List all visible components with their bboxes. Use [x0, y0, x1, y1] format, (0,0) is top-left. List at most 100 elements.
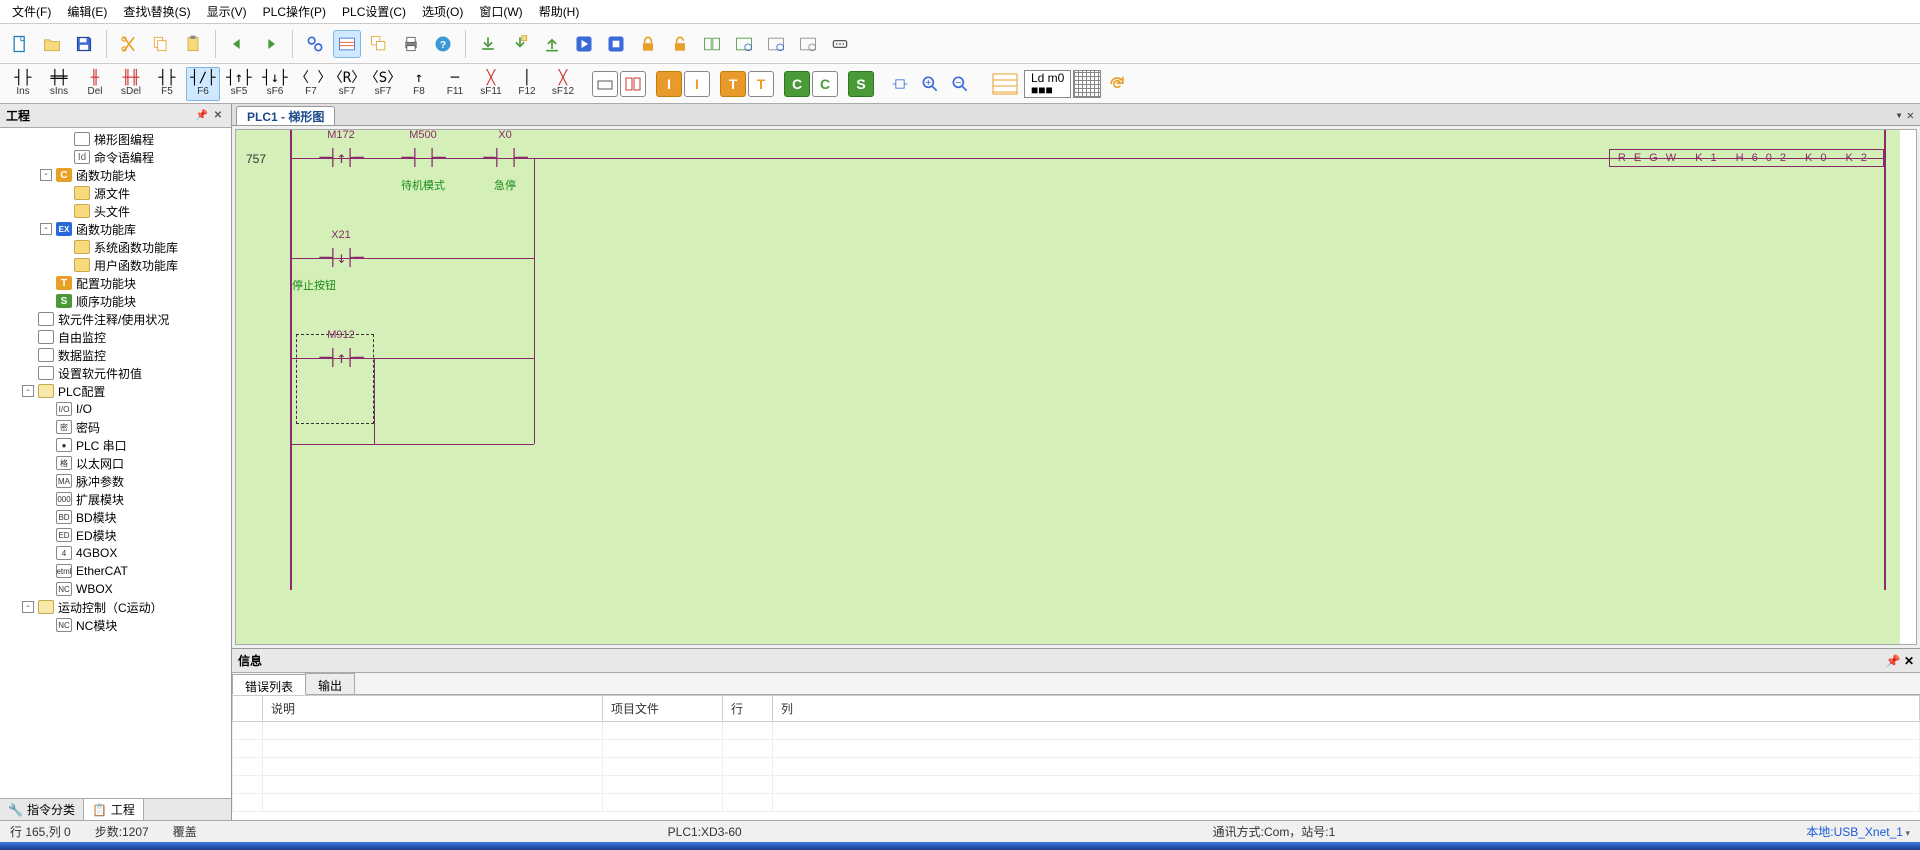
ladder-f6[interactable]: ┤∕├F6 — [186, 67, 220, 101]
serial-button[interactable] — [826, 30, 854, 58]
open-file-button[interactable] — [38, 30, 66, 58]
ladder-editor[interactable]: 757 M172 ─┤↑├─ M500 ─┤ ├─ 待机模式 X0 ─┤ ├ — [235, 129, 1917, 645]
tree-node[interactable]: 头文件 — [0, 202, 231, 220]
lock-button[interactable] — [634, 30, 662, 58]
ladder-f7[interactable]: 〈 〉F7 — [294, 67, 328, 101]
col-desc[interactable]: 说明 — [263, 696, 603, 722]
monitor2-button[interactable] — [762, 30, 790, 58]
ladder-del[interactable]: ╫Del — [78, 67, 112, 101]
editor-dropdown-icon[interactable]: ▾ — [1896, 108, 1903, 122]
panel-close-icon[interactable]: ✕ — [211, 109, 225, 123]
thumbnail-button[interactable] — [1073, 70, 1101, 98]
status-local[interactable]: 本地:USB_Xnet_1 — [1806, 823, 1910, 840]
zoom-out-button[interactable] — [946, 70, 974, 98]
tab-instruction-category[interactable]: 🔧指令分类 — [0, 799, 84, 820]
tree-node[interactable]: 软元件注释/使用状况 — [0, 310, 231, 328]
chip-i1[interactable]: I — [656, 71, 682, 97]
tree-node[interactable]: -C函数功能块 — [0, 166, 231, 184]
ladder-sf6[interactable]: ┤↓├sF6 — [258, 67, 292, 101]
col-col[interactable]: 列 — [773, 696, 1920, 722]
col-line[interactable]: 行 — [723, 696, 773, 722]
chip-s[interactable]: S — [848, 71, 874, 97]
tree-node[interactable]: I/OI/O — [0, 400, 231, 418]
cut-button[interactable] — [115, 30, 143, 58]
tab-output[interactable]: 输出 — [305, 673, 355, 694]
ladder-f11[interactable]: ─F11 — [438, 67, 472, 101]
tree-node[interactable]: -PLC配置 — [0, 382, 231, 400]
col-file[interactable]: 项目文件 — [603, 696, 723, 722]
chip-blank1[interactable] — [592, 71, 618, 97]
ladder-ins[interactable]: ┤├Ins — [6, 67, 40, 101]
chip-blank2[interactable] — [620, 71, 646, 97]
upload-button[interactable] — [538, 30, 566, 58]
fit-width-button[interactable] — [886, 70, 914, 98]
stop-button[interactable] — [602, 30, 630, 58]
chip-i2[interactable]: I — [684, 71, 710, 97]
ladder-sf12[interactable]: ╳sF12 — [546, 67, 580, 101]
tree-node[interactable]: 源文件 — [0, 184, 231, 202]
ladder-sins[interactable]: ╪╪sIns — [42, 67, 76, 101]
info-close-icon[interactable]: ✕ — [1904, 654, 1914, 668]
new-file-button[interactable] — [6, 30, 34, 58]
table-row[interactable] — [233, 722, 1920, 740]
tab-error-list[interactable]: 错误列表 — [232, 674, 306, 695]
table-row[interactable] — [233, 758, 1920, 776]
editor-tab-plc1[interactable]: PLC1 - 梯形图 — [236, 106, 335, 125]
tree-node[interactable]: 梯形图编程 — [0, 130, 231, 148]
ladder-f8[interactable]: ↑F8 — [402, 67, 436, 101]
chip-c2[interactable]: C — [812, 71, 838, 97]
unlock-button[interactable] — [666, 30, 694, 58]
tree-node[interactable]: EDED模块 — [0, 526, 231, 544]
menu-find[interactable]: 查找\替换(S) — [115, 1, 198, 22]
ladder-sf5[interactable]: ┤↑├sF5 — [222, 67, 256, 101]
save-button[interactable] — [70, 30, 98, 58]
zoom-in-button[interactable] — [916, 70, 944, 98]
windows-button[interactable] — [365, 30, 393, 58]
run-button[interactable] — [570, 30, 598, 58]
tree-node[interactable]: T配置功能块 — [0, 274, 231, 292]
chip-c1[interactable]: C — [784, 71, 810, 97]
ladder-sf7b[interactable]: 〈S〉sF7 — [366, 67, 400, 101]
tree-node[interactable]: -运动控制（C运动） — [0, 598, 231, 616]
tree-node[interactable]: NCWBOX — [0, 580, 231, 598]
menu-plc-cfg[interactable]: PLC设置(C) — [334, 1, 414, 22]
menu-help[interactable]: 帮助(H) — [531, 1, 588, 22]
contact-x0[interactable]: X0 ─┤ ├─ 急停 — [480, 143, 530, 173]
menu-plc-op[interactable]: PLC操作(P) — [255, 1, 334, 22]
menu-file[interactable]: 文件(F) — [4, 1, 59, 22]
tree-toggle[interactable]: - — [22, 385, 34, 397]
contact-m172[interactable]: M172 ─┤↑├─ — [316, 143, 366, 173]
tree-node[interactable]: NCNC模块 — [0, 616, 231, 634]
table-row[interactable] — [233, 740, 1920, 758]
tree-node[interactable]: 格以太网口 — [0, 454, 231, 472]
download-part-button[interactable] — [506, 30, 534, 58]
menu-view[interactable]: 显示(V) — [199, 1, 255, 22]
tree-toggle[interactable]: - — [40, 169, 52, 181]
ladder-sdel[interactable]: ╫╫sDel — [114, 67, 148, 101]
project-tree[interactable]: 梯形图编程Id命令语编程-C函数功能块源文件头文件-EX函数功能库系统函数功能库… — [0, 128, 231, 798]
tree-node[interactable]: ●PLC 串口 — [0, 436, 231, 454]
contact-m500[interactable]: M500 ─┤ ├─ 待机模式 — [398, 143, 448, 173]
tree-toggle[interactable]: - — [22, 601, 34, 613]
tree-node[interactable]: 用户函数功能库 — [0, 256, 231, 274]
ladder-map-button[interactable] — [988, 70, 1022, 98]
table-row[interactable] — [233, 776, 1920, 794]
ladder-f12[interactable]: │F12 — [510, 67, 544, 101]
contact-x21[interactable]: X21 ─┤↓├─ 停止按钮 — [316, 243, 366, 273]
tab-project[interactable]: 📋工程 — [84, 799, 144, 820]
ladder-sf7[interactable]: 〈R〉sF7 — [330, 67, 364, 101]
paste-button[interactable] — [179, 30, 207, 58]
tree-node[interactable]: 44GBOX — [0, 544, 231, 562]
copy-button[interactable] — [147, 30, 175, 58]
info-button[interactable]: ? — [429, 30, 457, 58]
chip-t2[interactable]: T — [748, 71, 774, 97]
tree-node[interactable]: -EX函数功能库 — [0, 220, 231, 238]
monitor1-button[interactable] — [730, 30, 758, 58]
table-row[interactable] — [233, 794, 1920, 812]
monitor3-button[interactable] — [794, 30, 822, 58]
ladder-sf11[interactable]: ╳sF11 — [474, 67, 508, 101]
tree-node[interactable]: BDBD模块 — [0, 508, 231, 526]
tree-toggle[interactable]: - — [40, 223, 52, 235]
print-button[interactable] — [397, 30, 425, 58]
chip-t1[interactable]: T — [720, 71, 746, 97]
